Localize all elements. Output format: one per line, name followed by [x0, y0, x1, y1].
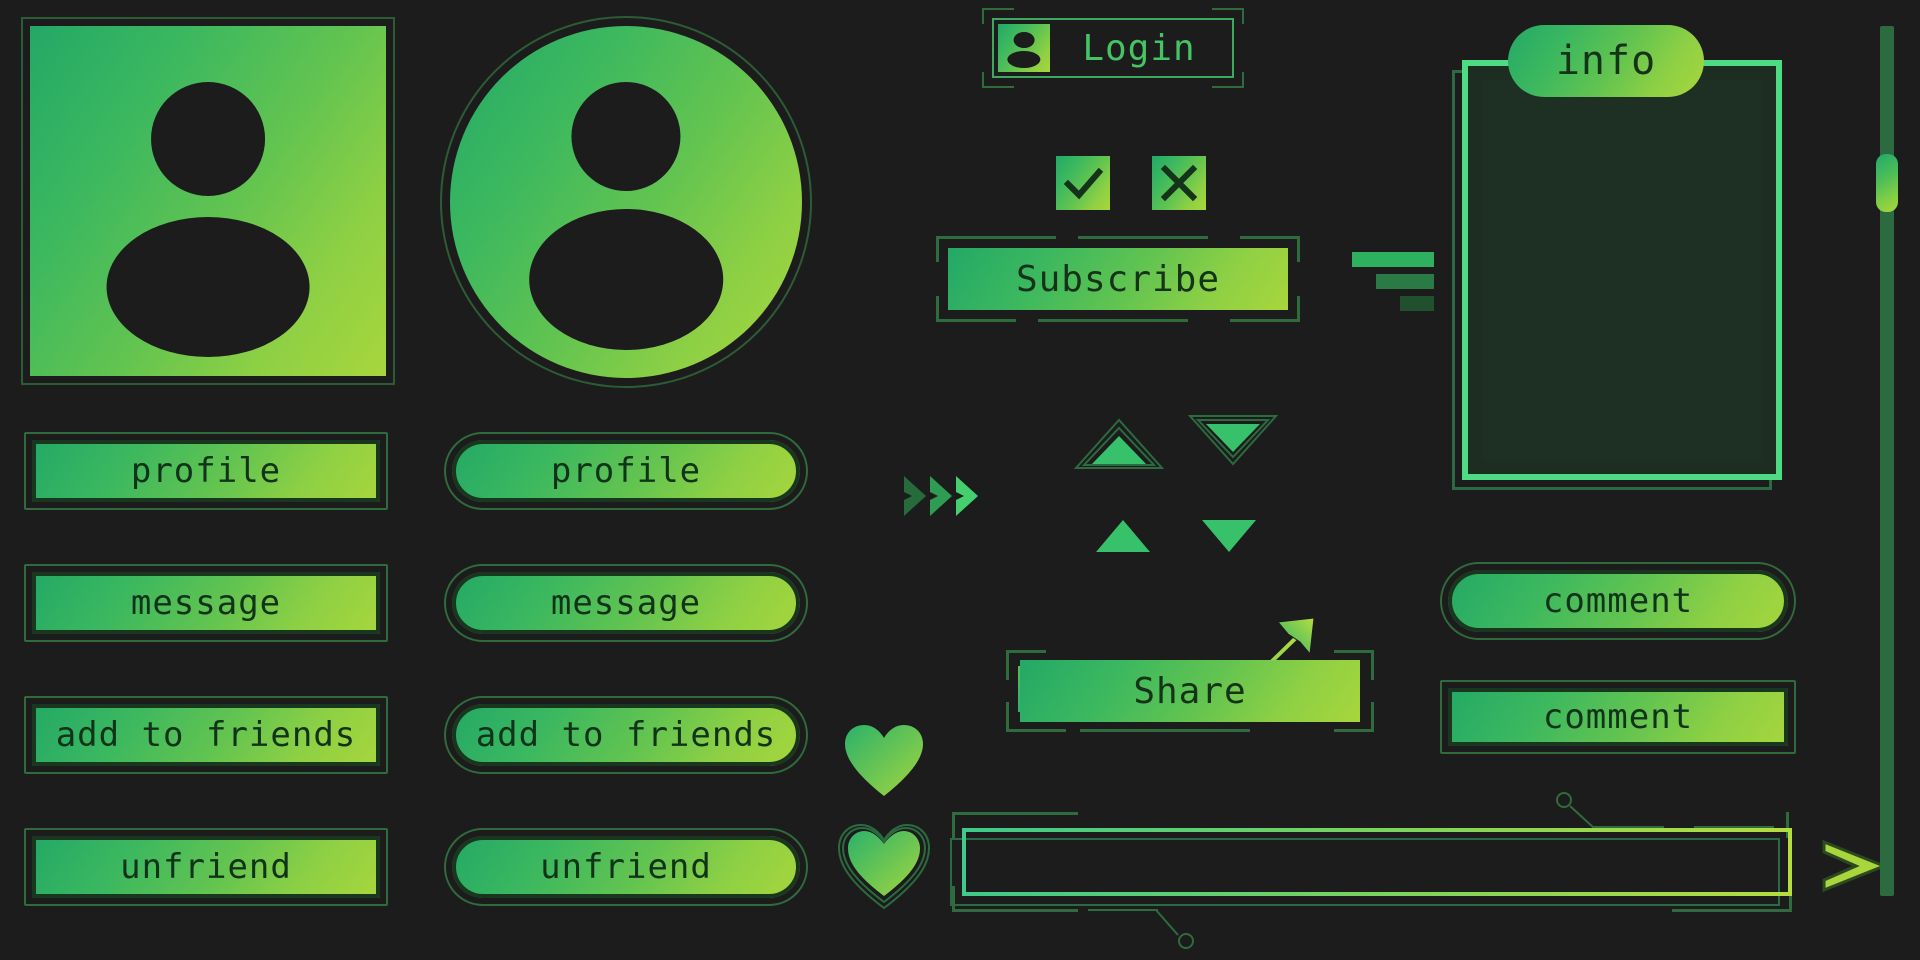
corner-bracket: [1240, 236, 1300, 239]
button-label: comment: [1542, 697, 1694, 737]
button-comment-rect[interactable]: comment: [1440, 680, 1796, 754]
corner-bracket: [936, 319, 1016, 322]
login-label: Login: [1082, 27, 1196, 69]
corner-bracket: [1371, 650, 1374, 680]
button-profile-rect[interactable]: profile: [24, 432, 388, 510]
button-add-to-friends-pill[interactable]: add to friends: [444, 696, 808, 774]
triangle-down-icon[interactable]: [1200, 518, 1258, 558]
comment-input[interactable]: [950, 828, 1792, 906]
bar-1: [1352, 252, 1434, 267]
button-label: message: [130, 583, 282, 623]
triangle-up-icon[interactable]: [1094, 518, 1152, 558]
frame-segment: [1080, 729, 1250, 732]
button-message-pill[interactable]: message: [444, 564, 808, 642]
button-add-to-friends-rect[interactable]: add to friends: [24, 696, 388, 774]
corner-bracket: [1006, 650, 1046, 653]
ui-kit-canvas: profile message add to friends unfriend …: [0, 0, 1920, 960]
input-frame: [962, 828, 1792, 896]
corner-bracket: [1297, 296, 1300, 322]
panel-frame: [1462, 60, 1782, 480]
button-comment-pill[interactable]: comment: [1440, 562, 1796, 640]
bar-3: [1400, 296, 1434, 311]
corner-bracket: [936, 236, 939, 262]
corner-bracket: [1006, 650, 1009, 680]
button-unfriend-pill[interactable]: unfriend: [444, 828, 808, 906]
person-icon: [998, 24, 1050, 72]
vertical-scrollbar[interactable]: [1876, 26, 1898, 896]
heart-icon[interactable]: [843, 722, 925, 804]
chevrons-right-icon: [900, 470, 990, 522]
corner-bracket: [936, 236, 1056, 239]
corner-bracket: [1334, 729, 1374, 732]
circuit-line: [1088, 909, 1158, 911]
panel-content-area: [1482, 80, 1762, 460]
person-icon: [450, 26, 802, 378]
frame-segment: [1078, 236, 1208, 239]
button-profile-pill[interactable]: profile: [444, 432, 808, 510]
signal-bars-icon: [1352, 246, 1434, 311]
share-label: Share: [1133, 670, 1247, 712]
button-label: add to friends: [475, 715, 777, 755]
share-button[interactable]: Share: [1006, 650, 1374, 732]
avatar-square[interactable]: [21, 17, 395, 385]
button-unfriend-rect[interactable]: unfriend: [24, 828, 388, 906]
corner-bracket: [1334, 650, 1374, 653]
info-tab[interactable]: info: [1508, 25, 1704, 97]
corner-bracket: [1006, 702, 1009, 732]
subscribe-label: Subscribe: [1015, 258, 1221, 300]
subscribe-button[interactable]: Subscribe: [936, 236, 1300, 322]
close-icon[interactable]: [1152, 156, 1206, 210]
corner-bracket: [952, 812, 1078, 815]
bar-2: [1376, 274, 1434, 289]
button-label: message: [550, 583, 702, 623]
info-label: info: [1555, 38, 1657, 84]
check-icon[interactable]: [1056, 156, 1110, 210]
login-badge[interactable]: Login: [982, 8, 1244, 88]
button-message-rect[interactable]: message: [24, 564, 388, 642]
button-label: unfriend: [540, 847, 712, 887]
corner-bracket: [1371, 702, 1374, 732]
corner-bracket: [952, 909, 1078, 912]
corner-bracket: [1230, 319, 1300, 322]
avatar-circle[interactable]: [440, 16, 812, 388]
triangle-down-outlined-icon[interactable]: [1187, 412, 1279, 470]
button-label: profile: [130, 451, 282, 491]
corner-bracket: [1672, 909, 1792, 912]
corner-bracket: [1297, 236, 1300, 262]
info-panel: [1452, 60, 1782, 490]
button-label: profile: [550, 451, 702, 491]
button-label: unfriend: [120, 847, 292, 887]
heart-icon-outlined[interactable]: [837, 820, 931, 916]
frame-segment: [1038, 319, 1188, 322]
corner-bracket: [1006, 729, 1066, 732]
person-icon: [30, 26, 386, 376]
corner-bracket: [952, 812, 955, 838]
triangle-up-outlined-icon[interactable]: [1073, 418, 1165, 474]
circuit-node-connector: [1156, 909, 1194, 949]
button-label: comment: [1542, 581, 1694, 621]
scrollbar-thumb[interactable]: [1876, 154, 1898, 212]
button-label: add to friends: [55, 715, 357, 755]
